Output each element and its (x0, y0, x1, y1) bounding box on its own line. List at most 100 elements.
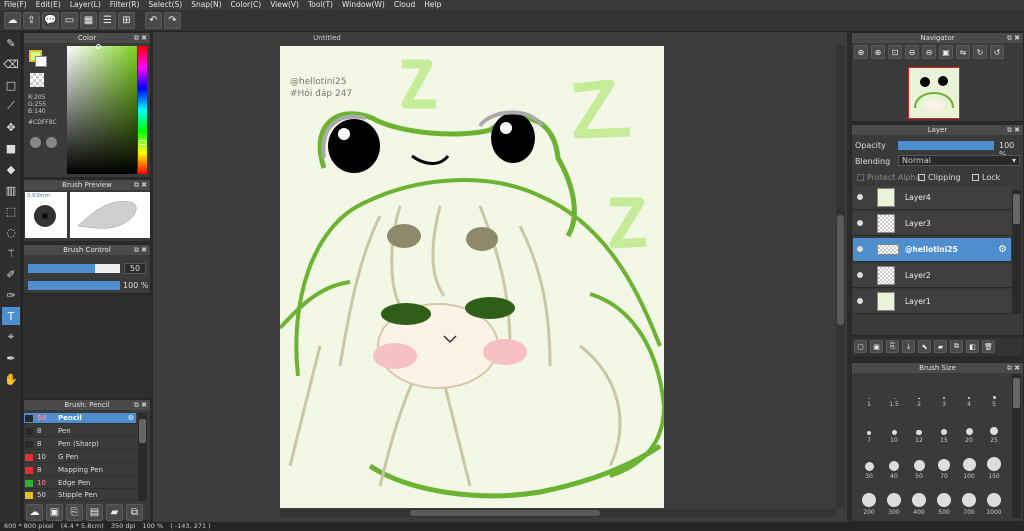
layer-row-layer4[interactable]: Layer4 (853, 186, 1011, 210)
brush-tool-icon[interactable]: ✎ (2, 34, 20, 52)
brush-size-option[interactable]: 12 (907, 412, 931, 444)
eraser-tool-icon[interactable]: ⌫ (2, 55, 20, 73)
brush-size-option[interactable]: 700 (957, 484, 981, 516)
menu-color[interactable]: Color(C) (231, 0, 262, 10)
brush-size-option[interactable]: 25 (982, 412, 1006, 444)
snap-icon[interactable]: ⊞ (118, 12, 135, 29)
protect-alpha-checkbox[interactable] (857, 174, 864, 181)
dot-tool-icon[interactable]: □ (2, 76, 20, 94)
document-tab[interactable]: Untitled (280, 32, 374, 44)
menu-tool[interactable]: Tool(T) (308, 0, 333, 10)
brush-size-option[interactable]: 100 (957, 448, 981, 480)
menu-filter[interactable]: Filter(R) (110, 0, 140, 10)
zoom-out-alt-icon[interactable]: ⊖ (922, 45, 936, 59)
brush-folder-icon[interactable]: ▰ (106, 504, 123, 521)
zoom-out-icon[interactable]: ⊖ (905, 45, 919, 59)
menu-select[interactable]: Select(S) (148, 0, 182, 10)
hue-cursor[interactable] (139, 140, 146, 145)
new-layer-alt-icon[interactable]: ▣ (870, 340, 883, 353)
merge-icon[interactable]: ⤓ (902, 340, 915, 353)
magic-wand-icon[interactable]: ⚚ (2, 244, 20, 262)
brush-size-option[interactable]: 70 (932, 448, 956, 480)
brush-item-stipple-pen[interactable]: 50 Stipple Pen (24, 490, 136, 501)
menu-cloud[interactable]: Cloud (394, 0, 415, 10)
brush-size-option[interactable]: 10 (882, 412, 906, 444)
comment-icon[interactable]: 💬 (42, 12, 59, 29)
brush-size-option[interactable]: 50 (907, 448, 931, 480)
brush-new-icon[interactable]: ⎘ (66, 504, 83, 521)
new-layer-icon[interactable]: ▢ (854, 340, 867, 353)
bucket-icon[interactable]: ◆ (2, 160, 20, 178)
layer-opacity-slider[interactable] (898, 141, 994, 150)
layer-row-layer2[interactable]: Layer2 (853, 264, 1011, 288)
eye-icon[interactable] (857, 298, 863, 304)
brush-duplicate-icon[interactable]: ▤ (86, 504, 103, 521)
menu-help[interactable]: Help (424, 0, 441, 10)
sv-cursor[interactable] (96, 44, 101, 49)
brush-size-option[interactable]: 20 (957, 412, 981, 444)
gradient-icon[interactable]: ▥ (2, 181, 20, 199)
frame-divider-icon[interactable]: ⌖ (2, 328, 20, 346)
brush-size-scrollbar[interactable] (1012, 374, 1021, 518)
brush-size-option[interactable]: 7 (857, 412, 881, 444)
brush-item-mapping-pen[interactable]: 8 Mapping Pen (24, 465, 136, 476)
layer-list-scrollbar[interactable] (1012, 190, 1021, 314)
brush-size-value[interactable]: 50 (124, 263, 146, 274)
select-eraser-icon[interactable]: ✑ (2, 286, 20, 304)
menu-edit[interactable]: Edit(E) (36, 0, 61, 10)
menu-file[interactable]: File(F) (4, 0, 27, 10)
clipping-checkbox[interactable] (918, 174, 925, 181)
canvas-horizontal-scroll-thumb[interactable] (410, 510, 600, 516)
actual-size-icon[interactable]: ▣ (939, 45, 953, 59)
brush-size-option[interactable]: 2 (907, 376, 931, 408)
brush-size-option[interactable]: 500 (932, 484, 956, 516)
brush-item-pencil[interactable]: 50 Pencil ⚙ (24, 413, 136, 424)
brush-copy-icon[interactable]: ⧉ (126, 504, 143, 521)
trash-icon[interactable]: 🗑 (982, 340, 995, 353)
fit-screen-icon[interactable]: ⊡ (888, 45, 902, 59)
rect-fill-icon[interactable]: ■ (2, 139, 20, 157)
eye-icon[interactable] (857, 246, 863, 252)
background-swatch[interactable] (35, 56, 47, 67)
menu-view[interactable]: View(V) (270, 0, 299, 10)
brush-size-option[interactable]: 200 (857, 484, 881, 516)
hue-slider[interactable] (138, 46, 147, 174)
transparent-swatch[interactable] (30, 73, 44, 87)
brush-size-option[interactable]: 150 (982, 448, 1006, 480)
brush-add-icon[interactable]: ▣ (46, 504, 63, 521)
canvas-vertical-scroll-thumb[interactable] (837, 215, 844, 325)
brush-list-scrollbar[interactable] (138, 413, 147, 501)
blending-select[interactable]: Normal ▾ (898, 155, 1020, 166)
brush-size-option[interactable]: 300 (882, 484, 906, 516)
text-tool-icon[interactable]: T (2, 307, 20, 325)
brush-size-option[interactable]: 1 (857, 376, 881, 408)
brush-size-option[interactable]: 30 (857, 448, 881, 480)
eye-icon[interactable] (857, 220, 863, 226)
rotate-icon[interactable]: ↻ (973, 45, 987, 59)
brush-item-g-pen[interactable]: 10 G Pen (24, 452, 136, 463)
select-layer-icon[interactable]: ⬉ (918, 340, 931, 353)
brush-size-option[interactable]: 15 (932, 412, 956, 444)
brush-opacity-slider[interactable] (28, 281, 120, 290)
brush-size-option[interactable]: 40 (882, 448, 906, 480)
eye-icon[interactable] (857, 194, 863, 200)
layer-row-layer1[interactable]: Layer1 (853, 290, 1011, 314)
mask-icon[interactable]: ◧ (966, 340, 979, 353)
brush-item-pen[interactable]: 8 Pen (24, 426, 136, 437)
brush-cloud-icon[interactable]: ☁ (26, 504, 43, 521)
layer-row-layer3[interactable]: Layer3 (853, 212, 1011, 236)
brush-size-option[interactable]: 4 (957, 376, 981, 408)
brush-size-option[interactable]: 400 (907, 484, 931, 516)
menu-layer[interactable]: Layer(L) (70, 0, 101, 10)
brush-size-slider[interactable] (28, 264, 120, 273)
navigator-thumbnail[interactable] (908, 67, 960, 119)
cloud-icon[interactable]: ☁ (4, 12, 21, 29)
artboard[interactable]: @hellotini25 #Hỏi đáp 247 (280, 46, 664, 508)
eye-icon[interactable] (857, 272, 863, 278)
palette-icon[interactable] (30, 137, 41, 148)
color-picker-icon[interactable] (46, 137, 57, 148)
zoom-in-alt-icon[interactable]: ⊕ (871, 45, 885, 59)
duplicate-icon[interactable]: ⧉ (950, 340, 963, 353)
grid-icon[interactable]: ▦ (80, 12, 97, 29)
flip-icon[interactable]: ⇋ (956, 45, 970, 59)
